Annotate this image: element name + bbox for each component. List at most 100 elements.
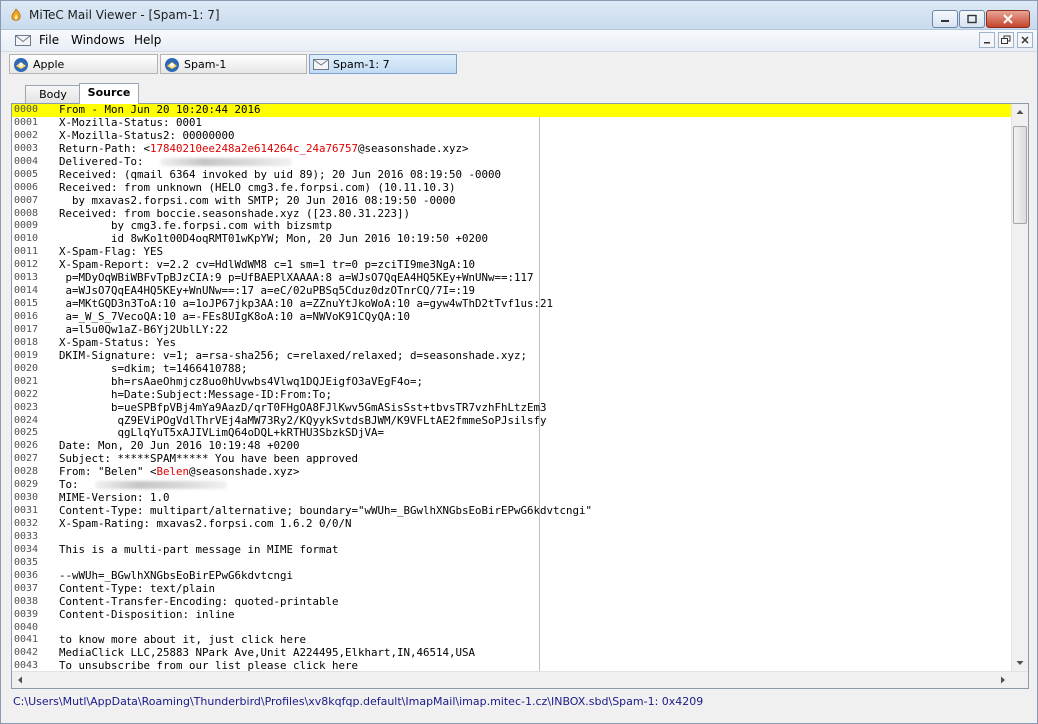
window-tab-apple[interactable]: Apple xyxy=(9,54,158,74)
tab-body[interactable]: Body xyxy=(25,85,81,103)
line-number: 0009 xyxy=(14,220,39,232)
line-text: This is a multi-part message in MIME for… xyxy=(59,543,339,557)
line-number: 0033 xyxy=(14,530,39,542)
minimize-button[interactable] xyxy=(932,10,958,28)
line-text-content: X-Spam-Flag: YES xyxy=(59,245,164,259)
line-number: 0017 xyxy=(14,323,39,335)
line-text-content: to know more about it, just click here xyxy=(59,633,307,647)
line-text: To unsubscribe from our list please clic… xyxy=(59,659,359,671)
line-text-content: a=MKtGQD3n3ToA:10 a=1oJP67jkp3AA:10 a=ZZ… xyxy=(59,297,554,311)
line-text-content: Delivered-To: xyxy=(59,154,151,168)
line-text-content: p=MDyOqWBiWBFvTpBJzCIA:9 p=UfBAEPlXAAAA:… xyxy=(59,271,534,285)
line-text-content: qZ9EViPOgVdlThrVEj4aMW73Ry2/KQyykSvtdsBJ… xyxy=(59,413,547,427)
line-text-content: From - Mon Jun 20 10:20:44 2016 xyxy=(59,104,261,116)
line-number: 0015 xyxy=(14,298,39,310)
title-bar[interactable]: MiTeC Mail Viewer - [Spam-1: 7] xyxy=(1,1,1037,30)
menu-file[interactable]: File xyxy=(37,33,61,47)
line-text-content: Return-Path: < xyxy=(59,141,151,155)
arrow-down-icon xyxy=(1016,661,1024,665)
line-number: 0007 xyxy=(14,194,39,206)
vertical-scroll-thumb[interactable] xyxy=(1013,126,1027,224)
mdi-restore-button[interactable] xyxy=(998,32,1014,48)
tab-label: Spam-1: 7 xyxy=(333,58,390,71)
address-local-part: 17840210ee248a2e614264c_24a76757 xyxy=(150,141,359,155)
line-text-content: From: "Belen" < xyxy=(59,465,157,479)
line-text-content: To unsubscribe from our list please clic… xyxy=(59,659,359,671)
line-number: 0006 xyxy=(14,181,39,193)
line-number: 0016 xyxy=(14,311,39,322)
scroll-right-arrow[interactable] xyxy=(995,672,1011,688)
arrow-right-icon xyxy=(1001,676,1005,684)
minimize-icon xyxy=(941,20,949,22)
vertical-scrollbar[interactable] xyxy=(1011,104,1028,671)
window-tab-spam-1[interactable]: Spam-1 xyxy=(160,54,307,74)
envelope-icon xyxy=(313,59,329,70)
line-text-content: X-Spam-Report: v=2.2 cv=HdlWdWM8 c=1 sm=… xyxy=(59,258,476,272)
line-number: 0003 xyxy=(14,142,39,154)
scroll-left-arrow[interactable] xyxy=(12,672,28,688)
minimize-icon xyxy=(984,42,990,44)
maximize-button[interactable] xyxy=(959,10,985,28)
window-tab-bar: Apple Spam-1 Spam-1: 7 xyxy=(1,52,1037,77)
menu-help[interactable]: Help xyxy=(132,33,163,47)
line-number: 0023 xyxy=(14,401,39,413)
line-number: 0027 xyxy=(14,453,39,465)
line-number: 0040 xyxy=(14,621,39,633)
line-text-content: Content-Transfer-Encoding: quoted-printa… xyxy=(59,594,339,608)
line-text: X-Spam-Rating: mxavas2.forpsi.com 1.6.2 … xyxy=(59,517,352,531)
source-line: 0043 To unsubscribe from our list please … xyxy=(12,659,1011,671)
scroll-up-arrow[interactable] xyxy=(1012,104,1028,120)
status-path: C:\Users\Mutl\AppData\Roaming\Thunderbir… xyxy=(13,695,704,708)
mdi-minimize-button[interactable] xyxy=(979,32,995,48)
line-text-content: a=WJsO7QqEA4HQ5KEy+WnUNw==:17 a=eC/02uPB… xyxy=(59,284,476,298)
line-number: 0035 xyxy=(14,556,39,568)
line-text-content: bh=rsAaeOhmjcz8uo0hUvwbs4Vlwq1DQJEigfO3a… xyxy=(59,374,424,388)
tab-label: Spam-1 xyxy=(184,58,227,71)
line-number: 0038 xyxy=(14,595,39,607)
close-icon xyxy=(1021,36,1029,44)
line-number: 0024 xyxy=(14,414,39,426)
line-number: 0022 xyxy=(14,388,39,400)
scroll-down-arrow[interactable] xyxy=(1012,655,1028,671)
line-number: 0041 xyxy=(14,634,39,646)
menu-bar: File Windows Help xyxy=(1,30,1037,52)
mdi-close-button[interactable] xyxy=(1017,32,1033,48)
mdi-buttons xyxy=(976,32,1033,48)
line-number: 0026 xyxy=(14,440,39,452)
line-text-content: X-Spam-Status: Yes xyxy=(59,335,177,349)
horizontal-scrollbar[interactable] xyxy=(12,671,1028,688)
line-number: 0002 xyxy=(14,129,39,141)
line-text-content: id 8wKo1t00D4oqRMT01wKpYW; Mon, 20 Jun 2… xyxy=(59,232,489,246)
close-icon xyxy=(1003,14,1013,24)
line-number: 0037 xyxy=(14,582,39,594)
line-text-content: Subject: *****SPAM***** You have been ap… xyxy=(59,452,359,466)
tab-source[interactable]: Source xyxy=(79,83,139,104)
view-tab-bar: Body Source xyxy=(11,83,1029,104)
line-number: 0012 xyxy=(14,259,39,271)
redacted-address xyxy=(160,157,293,166)
source-line: 0034 This is a multi-part message in MIME… xyxy=(12,543,1011,557)
line-number: 0036 xyxy=(14,569,39,581)
line-text-content: a=l5u0Qw1aZ-B6Yj2UblLY:22 xyxy=(59,322,229,336)
line-number: 0001 xyxy=(14,116,39,128)
line-text-content: Content-Type: text/plain xyxy=(59,581,216,595)
close-button[interactable] xyxy=(986,10,1030,28)
source-line: 0028 From: "Belen" <Belen@seasonshade.xyz… xyxy=(12,465,1011,479)
line-text-content: Date: Mon, 20 Jun 2016 10:19:48 +0200 xyxy=(59,439,300,453)
line-number: 0019 xyxy=(14,349,39,361)
line-text: From: "Belen" <Belen@seasonshade.xyz> xyxy=(59,465,300,479)
line-text-content: Received: (qmail 6364 invoked by uid 89)… xyxy=(59,167,502,181)
source-text[interactable]: 0000 From - Mon Jun 20 10:20:44 2016 0001 X… xyxy=(12,104,1011,671)
line-text-content: X-Spam-Rating: mxavas2.forpsi.com 1.6.2 … xyxy=(59,517,352,530)
source-view[interactable]: 0000 From - Mon Jun 20 10:20:44 2016 0001 X… xyxy=(11,103,1029,689)
address-domain: @seasonshade.xyz> xyxy=(358,141,469,155)
line-text-content: Content-Disposition: inline xyxy=(59,607,235,621)
arrow-up-icon xyxy=(1016,110,1024,114)
line-number: 0039 xyxy=(14,608,39,620)
line-number: 0043 xyxy=(14,660,39,671)
window-tab-spam-1-7[interactable]: Spam-1: 7 xyxy=(309,54,457,74)
line-number: 0020 xyxy=(14,362,39,374)
menu-windows[interactable]: Windows xyxy=(69,33,127,47)
line-text-content: X-Mozilla-Status2: 00000000 xyxy=(59,128,235,142)
source-line: 0003 Return-Path: <17840210ee248a2e614264… xyxy=(12,141,1011,156)
